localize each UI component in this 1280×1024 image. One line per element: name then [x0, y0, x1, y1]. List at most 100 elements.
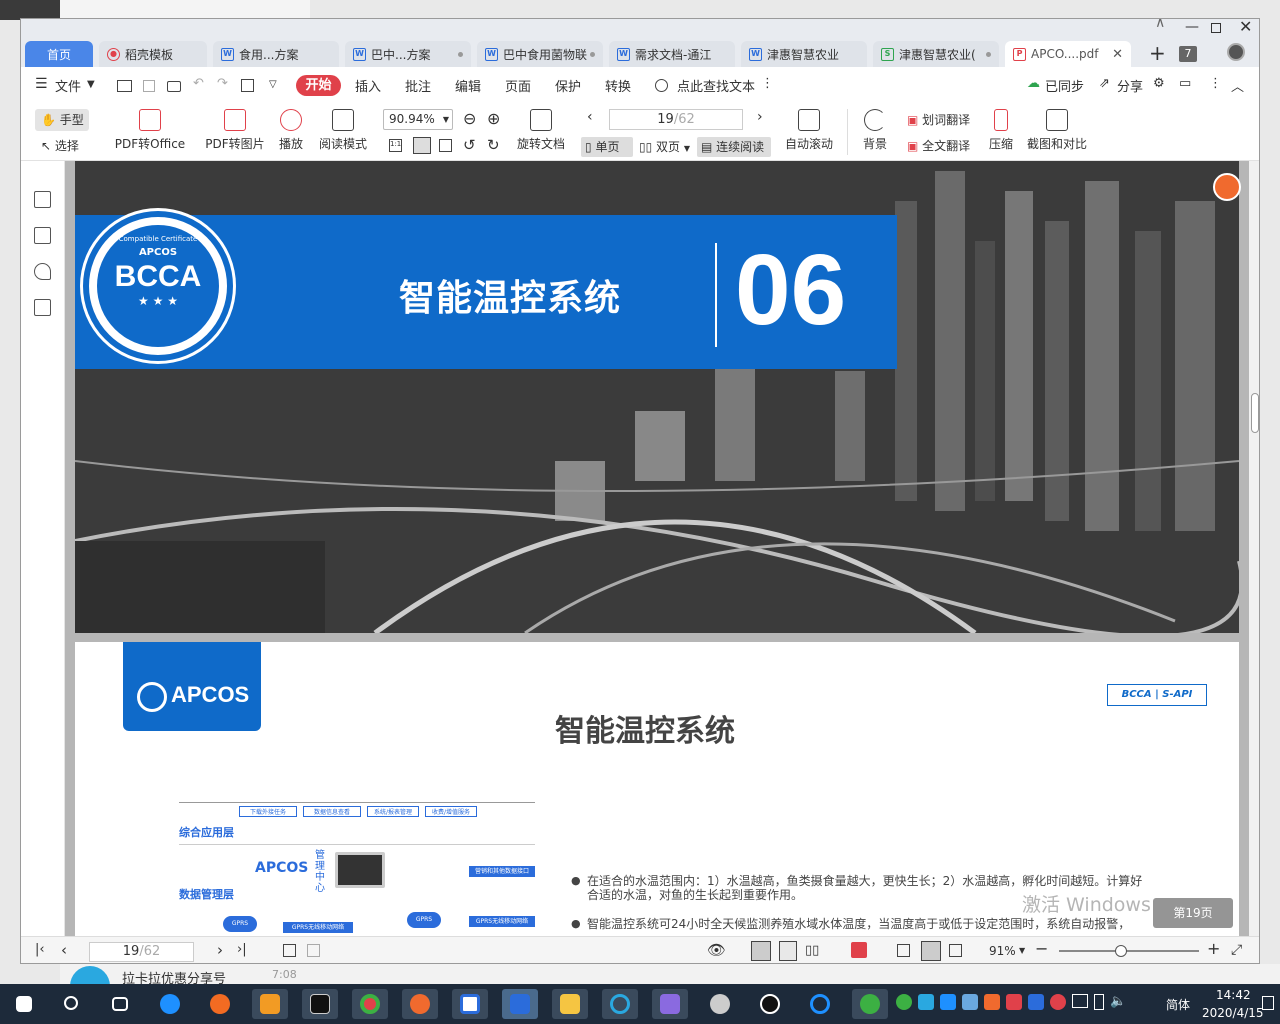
eye-protection-icon[interactable]: 👁	[707, 941, 726, 959]
tray-battery-icon[interactable]	[1094, 994, 1104, 1010]
play-button[interactable]: 播放	[275, 109, 307, 152]
more-icon[interactable]: ⋮	[1209, 76, 1222, 91]
system-tray[interactable]: 🔈	[896, 994, 1156, 1014]
start-button[interactable]	[6, 989, 42, 1019]
rotate-document-button[interactable]: 旋转文档	[515, 109, 567, 152]
wechat-app-icon[interactable]	[852, 989, 888, 1019]
hamburger-icon[interactable]: ☰	[35, 76, 48, 92]
zoom-slider[interactable]	[1059, 945, 1199, 957]
zoom-select[interactable]: 90.94% ▼	[383, 109, 453, 130]
fit-width-icon[interactable]	[439, 139, 452, 152]
chevron-down-icon[interactable]: ▼	[1019, 946, 1025, 955]
task-view-icon[interactable]	[102, 989, 138, 1019]
more-icon[interactable]: ⋮	[761, 76, 774, 91]
menu-file[interactable]: 文件	[55, 76, 81, 95]
sync-status[interactable]: 已同步	[1045, 76, 1084, 95]
vertical-scrollbar[interactable]	[1249, 161, 1259, 936]
zoom-slider-thumb[interactable]	[1115, 945, 1127, 957]
continuous-read-button[interactable]: ▤ 连续阅读	[697, 137, 771, 157]
zoom-out-icon[interactable]: −	[1035, 939, 1048, 958]
actual-size-icon[interactable]: 1:1	[389, 139, 402, 152]
menu-page[interactable]: 页面	[505, 76, 531, 95]
tab-doc-5[interactable]: W 津惠智慧农业	[741, 41, 867, 67]
tab-pdf-active[interactable]: P APCO....pdf ✕	[1005, 41, 1131, 67]
paint-app-icon[interactable]	[702, 989, 738, 1019]
export-icon[interactable]	[241, 79, 254, 92]
double-page-button[interactable]: ▯▯ 双页 ▼	[639, 137, 690, 159]
tab-doc-4[interactable]: W 需求文档-通江	[609, 41, 735, 67]
background-button[interactable]: 背景	[855, 109, 895, 152]
notification-center-icon[interactable]	[1262, 996, 1274, 1010]
cloud-sync-icon[interactable]: ☁	[1027, 76, 1040, 91]
notification-panel[interactable]: 拉卡拉优惠分享号 7:08	[60, 964, 1280, 1006]
page-number-input[interactable]: 19/62	[609, 109, 743, 130]
zoom-in-icon[interactable]: +	[1207, 939, 1220, 958]
status-page-input[interactable]: 19/62	[89, 942, 194, 962]
tray-monitor-icon[interactable]	[1072, 994, 1088, 1008]
zoom-out-icon[interactable]: ⊖	[463, 109, 476, 128]
rotate-left-icon[interactable]: ↺	[463, 136, 476, 154]
tab-docer[interactable]: ● 稻壳模板	[99, 41, 207, 67]
edit-float-button[interactable]	[1213, 173, 1241, 201]
thumbnail-icon[interactable]	[34, 227, 51, 244]
pdf-to-image-button[interactable]: PDF转图片	[203, 109, 267, 152]
close-icon[interactable]: ✕	[1239, 19, 1252, 36]
read-mode-button[interactable]: 阅读模式	[317, 109, 369, 152]
qq-app-icon[interactable]	[752, 989, 788, 1019]
menu-edit[interactable]: 编辑	[455, 76, 481, 95]
zoom-in-icon[interactable]: ⊕	[487, 109, 500, 128]
open-folder-icon[interactable]	[117, 80, 132, 92]
search-icon[interactable]	[655, 79, 668, 92]
chevron-down-icon[interactable]: ▼	[87, 79, 95, 90]
play-icon[interactable]	[851, 942, 867, 958]
ie-app-icon[interactable]	[802, 989, 838, 1019]
share-button[interactable]: 分享	[1117, 76, 1143, 95]
menu-start[interactable]: 开始	[296, 75, 341, 96]
comment-icon[interactable]: ▭	[1179, 76, 1191, 91]
file-explorer-app-icon[interactable]	[552, 989, 588, 1019]
single-page-button[interactable]: ▯ 单页	[581, 137, 633, 157]
go-forward-icon[interactable]	[307, 944, 320, 957]
first-page-icon[interactable]: |‹	[35, 942, 45, 957]
edge-app-icon[interactable]	[152, 989, 188, 1019]
tray-wechat-icon[interactable]	[896, 994, 912, 1010]
select-tool-button[interactable]: ↖ 选择	[41, 137, 79, 154]
scrollbar-thumb[interactable]	[1251, 393, 1259, 433]
tab-doc-6[interactable]: S 津惠智慧农业(	[873, 41, 999, 67]
wps-writer-app-icon[interactable]	[502, 989, 538, 1019]
maximize-icon[interactable]	[1211, 23, 1221, 33]
view-mode-double-icon[interactable]: ▯▯	[805, 943, 819, 958]
save-icon[interactable]	[143, 80, 155, 92]
tray-flag-icon[interactable]	[1028, 994, 1044, 1010]
go-back-icon[interactable]	[283, 944, 296, 957]
view-mode-continuous-icon[interactable]	[751, 941, 771, 961]
firefox-app-icon[interactable]	[202, 989, 238, 1019]
tab-close-icon[interactable]: ✕	[1112, 47, 1123, 62]
hand-tool-button[interactable]: ✋ 手型	[35, 109, 89, 131]
tab-doc-1[interactable]: W 食用...方案	[213, 41, 339, 67]
tray-network-icon[interactable]	[962, 994, 978, 1010]
pdf-to-office-button[interactable]: PDF转Office	[111, 109, 189, 152]
next-page-icon[interactable]: ›	[217, 941, 223, 959]
new-tab-icon[interactable]: +	[1149, 41, 1166, 65]
outline-icon[interactable]	[34, 191, 51, 208]
tab-doc-3[interactable]: W 巴中食用菌物联	[477, 41, 603, 67]
avatar[interactable]	[1227, 43, 1245, 61]
document-viewport[interactable]: 智能温控系统 06 Compatible Certificate APCOS B…	[65, 161, 1259, 936]
settings-icon[interactable]: ⚙	[1153, 76, 1165, 91]
tray-box-icon[interactable]	[940, 994, 956, 1010]
clock-date[interactable]: 2020/4/15	[1202, 1006, 1264, 1020]
fullscreen-icon[interactable]: ⤢	[1231, 942, 1242, 958]
print-icon[interactable]	[167, 81, 181, 92]
menu-insert[interactable]: 插入	[355, 76, 381, 95]
pencil-app-icon[interactable]	[402, 989, 438, 1019]
full-translate-button[interactable]: ▣ 全文翻译	[907, 137, 970, 154]
search-text-button[interactable]: 点此查找文本	[677, 76, 755, 95]
next-page-icon[interactable]: ›	[757, 109, 763, 125]
screenshot-compare-button[interactable]: 截图和对比	[1025, 109, 1089, 152]
auto-scroll-button[interactable]: 自动滚动	[779, 109, 839, 152]
tab-doc-2[interactable]: W 巴中...方案	[345, 41, 471, 67]
prev-page-icon[interactable]: ‹	[587, 109, 593, 125]
minimize-icon[interactable]: —	[1185, 19, 1199, 35]
prev-page-icon[interactable]: ‹	[61, 941, 67, 959]
